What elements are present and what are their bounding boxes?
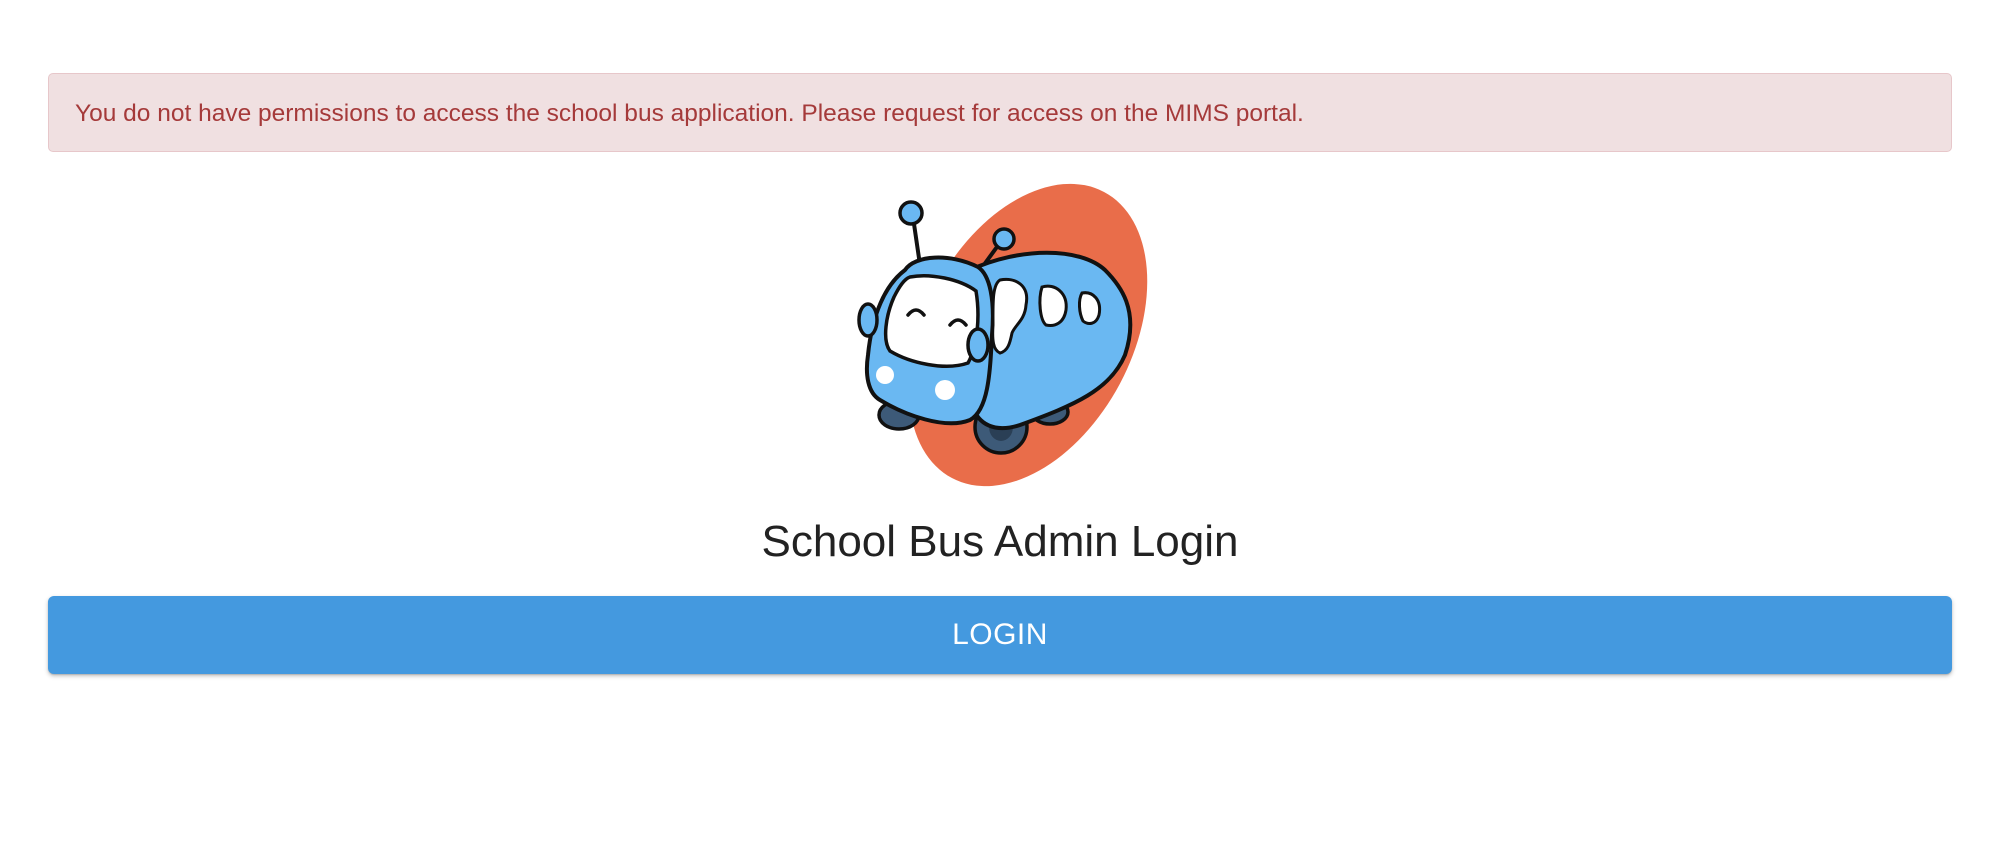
school-bus-logo [850,175,1155,495]
page-title: School Bus Admin Login [761,517,1239,566]
login-page: You do not have permissions to access th… [0,0,2000,865]
school-bus-mascot-icon [857,183,1148,487]
alert-message: You do not have permissions to access th… [75,100,1304,127]
login-button[interactable]: LOGIN [48,596,1952,674]
permission-error-alert: You do not have permissions to access th… [48,73,1952,152]
